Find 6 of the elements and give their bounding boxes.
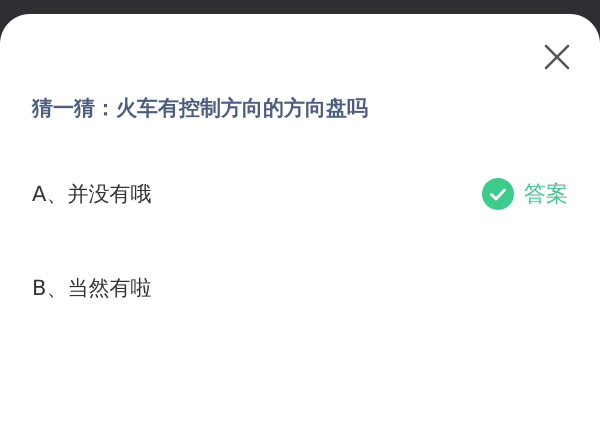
check-icon (482, 178, 514, 210)
option-label[interactable]: B、当然有啦 (32, 274, 152, 302)
option-label[interactable]: A、并没有哦 (32, 180, 152, 208)
question-title: 猜一猜：火车有控制方向的方向盘吗 (32, 95, 369, 122)
close-icon[interactable] (544, 44, 570, 70)
answer-label: 答案 (524, 181, 568, 209)
